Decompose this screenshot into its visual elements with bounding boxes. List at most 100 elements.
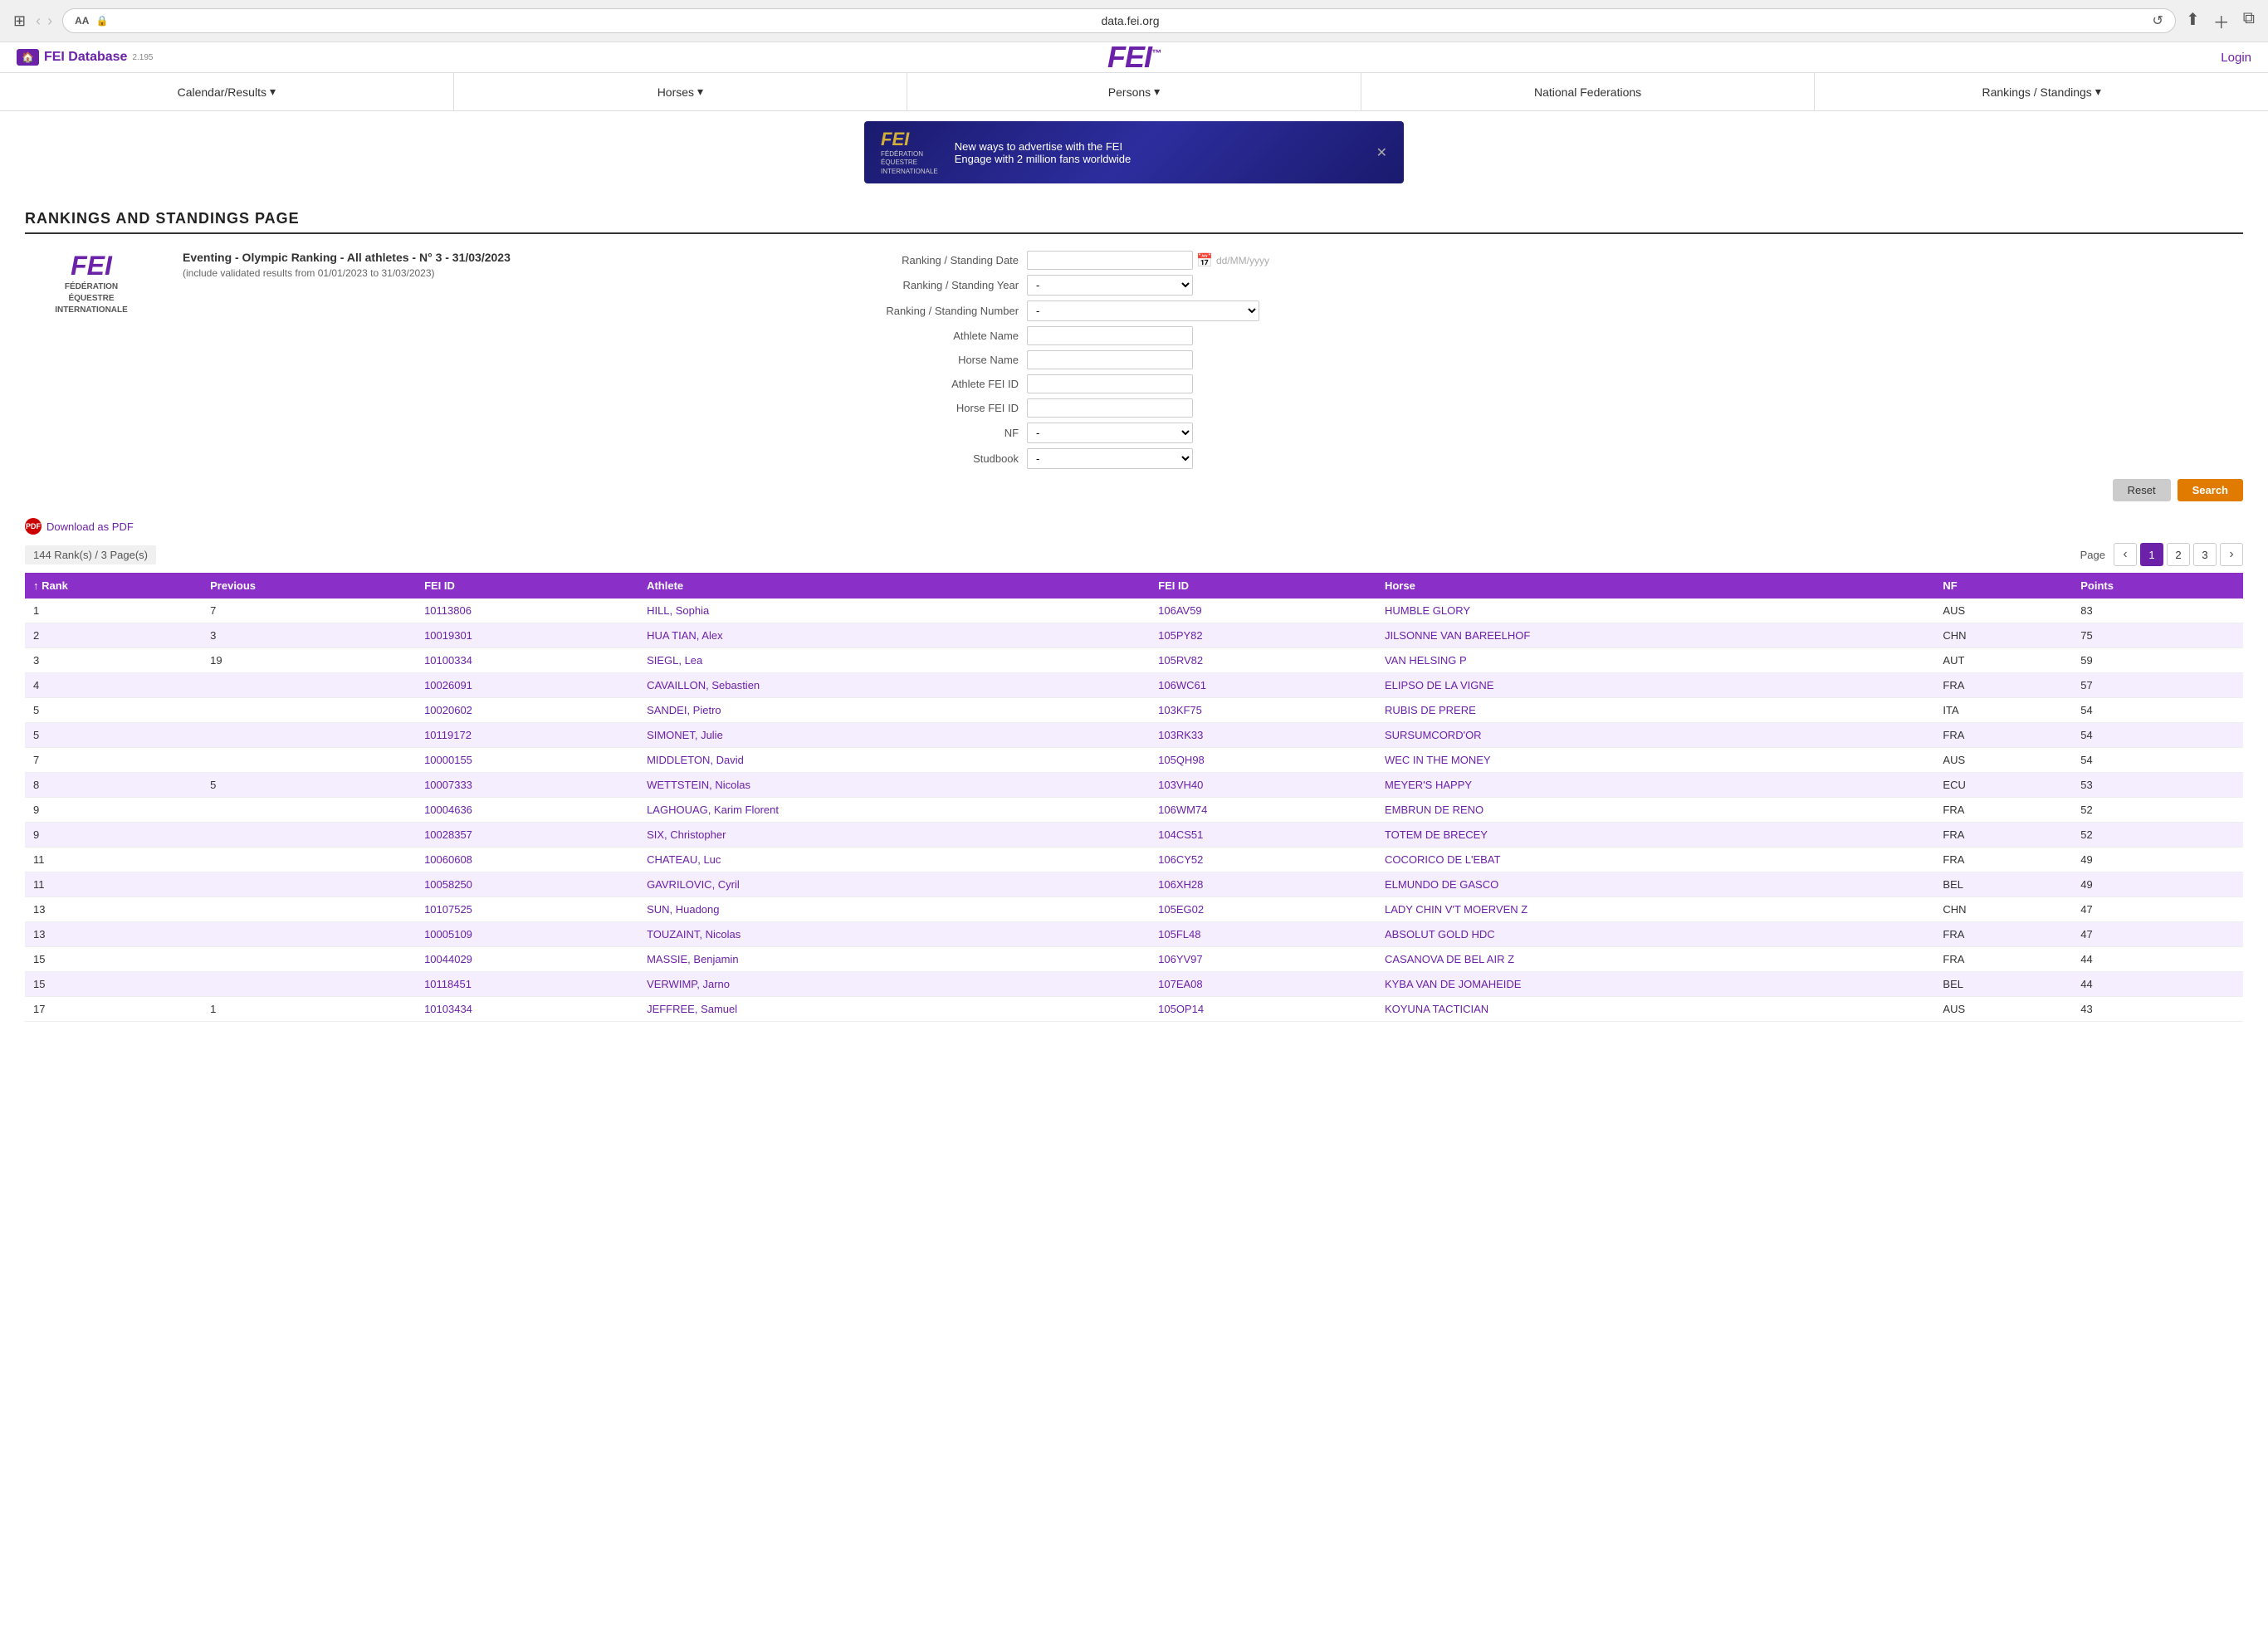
new-tab-icon[interactable]: ＋ <box>2213 9 2230 33</box>
version-badge: 2.195 <box>132 53 153 62</box>
banner-org-name: FÉDÉRATIONÉQUESTREINTERNATIONALE <box>881 150 938 176</box>
back-button[interactable]: ‹ <box>36 12 41 30</box>
reload-icon[interactable]: ↺ <box>2153 12 2163 29</box>
col-previous[interactable]: Previous <box>202 573 416 599</box>
table-row: 31910100334SIEGL, Lea105RV82VAN HELSING … <box>25 648 2243 673</box>
db-title: FEI Database <box>44 50 127 65</box>
table-row: 1310107525SUN, Huadong105EG02LADY CHIN V… <box>25 897 2243 922</box>
fei-db-logo[interactable]: 🏠 FEI Database 2.195 <box>17 49 153 66</box>
banner-content[interactable]: FEI FÉDÉRATIONÉQUESTREINTERNATIONALE New… <box>864 121 1404 183</box>
athlete-name-label: Athlete Name <box>886 330 1019 342</box>
page-1-button[interactable]: 1 <box>2140 543 2163 566</box>
download-pdf-link[interactable]: Download as PDF <box>46 520 134 533</box>
col-rank[interactable]: ↑ Rank <box>25 573 202 599</box>
login-button[interactable]: Login <box>2221 51 2251 65</box>
address-bar[interactable]: AA 🔒 data.fei.org ↺ <box>62 8 2176 33</box>
ranking-number-select[interactable]: - <box>1027 300 1259 321</box>
nav-rankings-standings[interactable]: Rankings / Standings▾ <box>1815 73 2268 110</box>
nav-horses[interactable]: Horses▾ <box>454 73 908 110</box>
page-2-button[interactable]: 2 <box>2167 543 2190 566</box>
ranking-subtitle: (include validated results from 01/01/20… <box>183 267 861 279</box>
page-content: RANKINGS AND STANDINGS PAGE FEI FÉDÉRATI… <box>0 193 2268 1038</box>
horse-name-label: Horse Name <box>886 354 1019 366</box>
tabs-icon[interactable]: ⧉ <box>2243 9 2255 33</box>
nav-calendar-results[interactable]: Calendar/Results▾ <box>0 73 454 110</box>
fei-center-logo: FEI™ <box>1107 40 1161 75</box>
rankings-table: ↑ Rank Previous FEI ID Athlete FEI ID Ho… <box>25 573 2243 1022</box>
filter-logo: FEI FÉDÉRATION ÉQUESTRE INTERNATIONALE <box>25 251 158 501</box>
athlete-fei-id-label: Athlete FEI ID <box>886 378 1019 390</box>
page-3-button[interactable]: 3 <box>2193 543 2217 566</box>
browser-chrome: ⊞ ‹ › AA 🔒 data.fei.org ↺ ⬆ ＋ ⧉ <box>0 0 2268 42</box>
ranking-number-label: Ranking / Standing Number <box>886 305 1019 317</box>
main-nav: Calendar/Results▾ Horses▾ Persons▾ Natio… <box>0 73 2268 111</box>
search-button[interactable]: Search <box>2178 479 2243 501</box>
ranking-title-section: Eventing - Olympic Ranking - All athlete… <box>183 251 861 501</box>
table-row: 510119172SIMONET, Julie103RK33SURSUMCORD… <box>25 723 2243 748</box>
download-row: PDF Download as PDF <box>25 518 2243 535</box>
pagination-controls: Page ‹ 1 2 3 › <box>2080 543 2243 566</box>
ranking-year-field: - <box>1027 275 2243 296</box>
text-size-icon: AA <box>75 15 89 27</box>
table-row: 510020602SANDEI, Pietro103KF75RUBIS DE P… <box>25 698 2243 723</box>
nf-label: NF <box>886 427 1019 439</box>
record-count: 144 Rank(s) / 3 Page(s) <box>25 545 156 564</box>
home-icon: 🏠 <box>17 49 39 66</box>
url-display: data.fei.org <box>115 14 2145 27</box>
ranking-date-input[interactable] <box>1027 251 1193 270</box>
next-page-button[interactable]: › <box>2220 543 2243 566</box>
filter-section: FEI FÉDÉRATION ÉQUESTRE INTERNATIONALE E… <box>25 251 2243 501</box>
forward-button[interactable]: › <box>47 12 52 30</box>
ad-banner: FEI FÉDÉRATIONÉQUESTREINTERNATIONALE New… <box>0 111 2268 193</box>
banner-fei-logo: FEI <box>881 129 909 150</box>
col-athlete[interactable]: Athlete <box>638 573 1150 599</box>
table-row: 8510007333WETTSTEIN, Nicolas103VH40MEYER… <box>25 773 2243 798</box>
table-row: 17110103434JEFFREE, Samuel105OP14KOYUNA … <box>25 997 2243 1022</box>
filter-buttons: Reset Search <box>886 479 2243 501</box>
prev-page-button[interactable]: ‹ <box>2114 543 2137 566</box>
nf-select[interactable]: - <box>1027 423 1193 443</box>
reset-button[interactable]: Reset <box>2113 479 2171 501</box>
athlete-fei-id-field <box>1027 374 2243 393</box>
horse-name-input[interactable] <box>1027 350 1193 369</box>
calendar-icon[interactable]: 📅 <box>1196 252 1213 269</box>
nav-persons[interactable]: Persons▾ <box>907 73 1361 110</box>
ranking-title: Eventing - Olympic Ranking - All athlete… <box>183 251 861 264</box>
table-row: 410026091CAVAILLON, Sebastien106WC61ELIP… <box>25 673 2243 698</box>
studbook-field: - <box>1027 448 2243 469</box>
col-fei-id-horse[interactable]: FEI ID <box>1150 573 1376 599</box>
athlete-name-input[interactable] <box>1027 326 1193 345</box>
horse-fei-id-label: Horse FEI ID <box>886 402 1019 414</box>
studbook-label: Studbook <box>886 452 1019 465</box>
table-row: 910004636LAGHOUAG, Karim Florent106WM74E… <box>25 798 2243 823</box>
ranking-year-label: Ranking / Standing Year <box>886 279 1019 291</box>
pagination-bar: 144 Rank(s) / 3 Page(s) Page ‹ 1 2 3 › <box>25 543 2243 566</box>
table-row: 1710113806HILL, Sophia106AV59HUMBLE GLOR… <box>25 599 2243 623</box>
nav-national-federations[interactable]: National Federations <box>1361 73 1816 110</box>
ranking-year-select[interactable]: - <box>1027 275 1193 296</box>
horse-fei-id-input[interactable] <box>1027 398 1193 418</box>
sidebar-toggle-icon[interactable]: ⊞ <box>13 12 26 30</box>
nf-field: - <box>1027 423 2243 443</box>
table-row: 1110060608CHATEAU, Luc106CY52COCORICO DE… <box>25 848 2243 872</box>
banner-close-icon[interactable]: ✕ <box>1376 144 1387 161</box>
page-label: Page <box>2080 549 2105 561</box>
col-horse[interactable]: Horse <box>1376 573 1934 599</box>
athlete-fei-id-input[interactable] <box>1027 374 1193 393</box>
date-placeholder: dd/MM/yyyy <box>1216 255 1269 266</box>
banner-logo-section: FEI FÉDÉRATIONÉQUESTREINTERNATIONALE <box>881 129 938 176</box>
table-row: 2310019301HUA TIAN, Alex105PY82JILSONNE … <box>25 623 2243 648</box>
studbook-select[interactable]: - <box>1027 448 1193 469</box>
pdf-icon: PDF <box>25 518 42 535</box>
horse-fei-id-field <box>1027 398 2243 418</box>
col-fei-id-athlete[interactable]: FEI ID <box>416 573 638 599</box>
col-nf[interactable]: NF <box>1934 573 2072 599</box>
banner-headline: New ways to advertise with the FEI Engag… <box>955 140 1360 165</box>
table-row: 710000155MIDDLETON, David105QH98WEC IN T… <box>25 748 2243 773</box>
table-row: 1510118451VERWIMP, Jarno107EA08KYBA VAN … <box>25 972 2243 997</box>
table-row: 1310005109TOUZAINT, Nicolas105FL48ABSOLU… <box>25 922 2243 947</box>
athlete-name-field <box>1027 326 2243 345</box>
col-points[interactable]: Points <box>2072 573 2243 599</box>
share-icon[interactable]: ⬆ <box>2186 9 2200 33</box>
table-row: 1510044029MASSIE, Benjamin106YV97CASANOV… <box>25 947 2243 972</box>
